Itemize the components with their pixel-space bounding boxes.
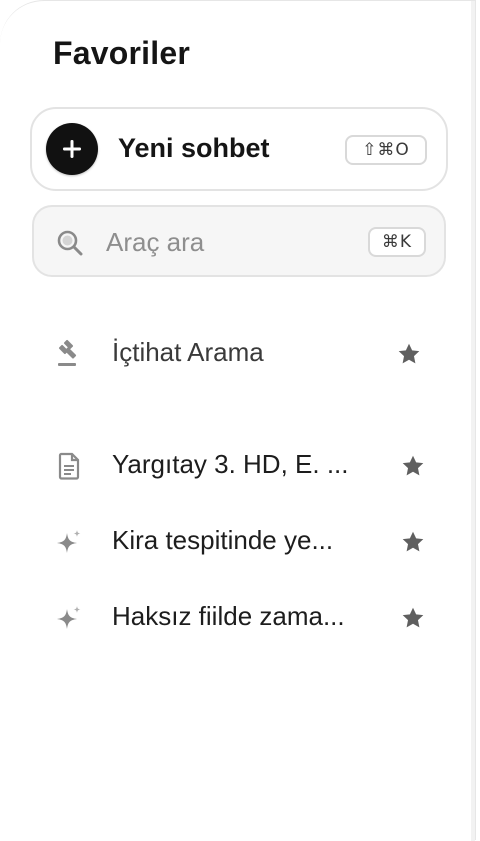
document-icon: [58, 452, 80, 480]
sparkle-icon: [57, 606, 81, 629]
new-chat-label: Yeni sohbet: [118, 133, 270, 163]
new-chat-shortcut: ⇧⌘O: [345, 135, 427, 165]
search-shortcut: ⌘K: [368, 227, 426, 257]
star-icon[interactable]: [400, 605, 426, 631]
star-icon[interactable]: [396, 341, 422, 367]
favorite-chat-label: Kira tespitinde ye...: [112, 525, 334, 555]
favorite-tool-item[interactable]: İçtihat Arama: [40, 325, 440, 381]
search-input[interactable]: [106, 225, 356, 259]
tool-search[interactable]: ⌘K: [32, 205, 446, 277]
sparkle-icon: [57, 530, 81, 553]
panel-title: Favoriler: [53, 35, 190, 71]
search-icon: [57, 230, 83, 256]
favorite-chat-label: Haksız fiilde zama...: [112, 601, 345, 631]
plus-icon: [46, 123, 98, 175]
favorite-chat-item[interactable]: Haksız fiilde zama...: [40, 589, 440, 645]
gavel-icon: [58, 339, 77, 366]
star-icon[interactable]: [400, 453, 426, 479]
panel-edge: [471, 1, 475, 841]
favorite-chat-label: Yargıtay 3. HD, E. ...: [112, 449, 349, 479]
star-icon[interactable]: [400, 529, 426, 555]
favorite-chat-item[interactable]: Kira tespitinde ye...: [40, 513, 440, 569]
new-chat-button[interactable]: Yeni sohbet ⇧⌘O: [30, 107, 448, 191]
favorite-chat-item[interactable]: Yargıtay 3. HD, E. ...: [40, 437, 440, 493]
favorite-tool-label: İçtihat Arama: [112, 337, 264, 367]
favorites-panel: Favoriler Yeni sohbet ⇧⌘O ⌘K: [0, 0, 476, 841]
